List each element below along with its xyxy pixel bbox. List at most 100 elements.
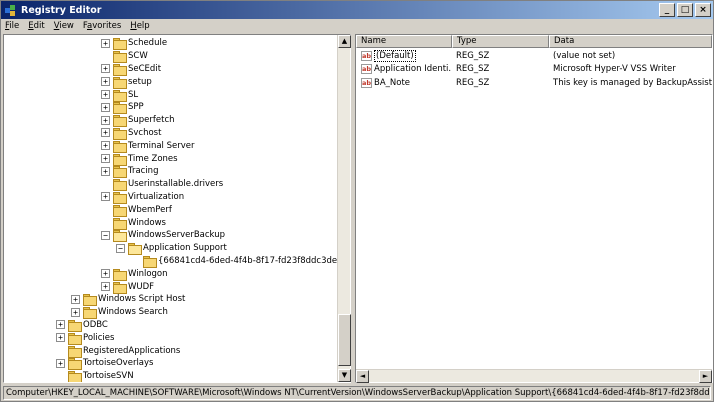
value-name-cell[interactable]: ab BA_Note — [356, 77, 452, 88]
tree-node[interactable]: + Tracing — [101, 165, 158, 179]
expand-icon[interactable]: + — [101, 38, 110, 48]
tree-node-label[interactable]: setup — [128, 77, 152, 87]
expand-icon[interactable]: + — [56, 333, 65, 343]
value-row[interactable]: ab Application Identi... REG_SZ Microsoft H… — [356, 63, 712, 76]
menu-file[interactable]: File — [5, 21, 19, 31]
tree-node-label[interactable]: Windows — [128, 218, 166, 228]
menu-favorites[interactable]: Favorites — [83, 21, 121, 31]
tree-node-label[interactable]: Schedule — [128, 38, 167, 48]
tree-node[interactable]: − Application Support — [116, 242, 227, 256]
tree-node[interactable]: + Policies — [56, 331, 114, 345]
tree-node-label[interactable]: Superfetch — [128, 115, 175, 125]
expand-icon[interactable]: + — [71, 307, 80, 317]
list-horizontal-scrollbar[interactable]: ◄ ► — [356, 369, 712, 383]
tree-node[interactable]: + Schedule — [101, 37, 167, 51]
value-row[interactable]: ab (Default) REG_SZ (value not set) — [356, 49, 712, 62]
minimize-button[interactable]: _ — [659, 3, 675, 17]
expand-icon[interactable]: + — [101, 64, 110, 74]
expand-icon[interactable]: + — [71, 294, 80, 304]
tree-node[interactable]: TortoiseSVN — [56, 370, 134, 382]
value-row[interactable]: ab BA_Note REG_SZ This key is managed by Ba… — [356, 76, 712, 89]
scroll-down-arrow-icon[interactable]: ▼ — [338, 369, 351, 382]
tree-node-label[interactable]: Tracing — [128, 166, 158, 176]
tree-node[interactable]: + SeCEdit — [101, 63, 161, 76]
tree-node-label[interactable]: Windows Search — [98, 307, 168, 317]
tree-node[interactable]: + Superfetch — [101, 114, 175, 128]
tree-node-label[interactable]: RegisteredApplications — [83, 346, 180, 356]
tree-node[interactable]: {66841cd4-6ded-4f4b-8f17-fd23f8ddc3de} — [131, 255, 338, 268]
tree-node-label[interactable]: Virtualization — [128, 192, 184, 202]
tree-node-label[interactable]: TortoiseOverlays — [83, 358, 153, 368]
tree-node[interactable]: Windows — [101, 216, 166, 230]
tree-node-label[interactable]: Winlogon — [128, 269, 168, 279]
tree-vertical-scrollbar[interactable]: ▲ ▼ — [337, 35, 351, 382]
expand-icon[interactable]: + — [101, 115, 110, 125]
value-name-cell[interactable]: ab (Default) — [356, 49, 452, 62]
tree-node[interactable]: − WindowsServerBackup — [101, 229, 225, 243]
tree-scroll-thumb[interactable] — [338, 314, 351, 366]
tree-node-label[interactable]: {66841cd4-6ded-4f4b-8f17-fd23f8ddc3de} — [158, 256, 338, 266]
expand-icon[interactable]: + — [101, 192, 110, 202]
expand-icon[interactable]: + — [101, 166, 110, 176]
expand-icon[interactable]: + — [101, 154, 110, 164]
string-value-icon: ab — [361, 77, 372, 88]
tree-node[interactable]: + Windows Search — [71, 306, 168, 320]
tree-node-label[interactable]: TortoiseSVN — [83, 371, 134, 381]
menu-view[interactable]: View — [54, 21, 74, 31]
tree-node-label[interactable]: SL — [128, 90, 138, 100]
close-button[interactable]: × — [695, 3, 711, 17]
tree-node[interactable]: + Terminal Server — [101, 139, 195, 153]
value-name-cell[interactable]: ab Application Identi... — [356, 64, 452, 74]
collapse-icon[interactable]: − — [101, 230, 110, 240]
expand-icon[interactable]: + — [101, 282, 110, 292]
tree-node-label[interactable]: SPP — [128, 102, 144, 112]
tree-node[interactable]: + ODBC — [56, 319, 108, 332]
expand-icon[interactable]: + — [56, 320, 65, 330]
maximize-button[interactable]: □ — [677, 3, 693, 17]
tree-node-label[interactable]: Terminal Server — [128, 141, 195, 151]
tree-node-label[interactable]: Windows Script Host — [98, 294, 185, 304]
tree-node[interactable]: WbemPerf — [101, 203, 172, 217]
column-header-name[interactable]: Name — [356, 35, 452, 48]
tree-node-label[interactable]: ODBC — [83, 320, 108, 330]
tree-node[interactable]: RegisteredApplications — [56, 344, 180, 358]
tree-node[interactable]: + SPP — [101, 101, 144, 115]
tree-node[interactable]: + SL — [101, 88, 138, 102]
tree-node[interactable]: + Svchost — [101, 127, 161, 140]
expand-icon[interactable]: + — [101, 90, 110, 100]
tree-node-label[interactable]: WindowsServerBackup — [128, 230, 225, 240]
column-header-data[interactable]: Data — [549, 35, 712, 48]
menu-edit[interactable]: Edit — [28, 21, 44, 31]
tree-node[interactable]: + WUDF — [101, 280, 154, 294]
tree-node-label[interactable]: Time Zones — [128, 154, 178, 164]
tree-node-label[interactable]: Svchost — [128, 128, 161, 138]
title-bar[interactable]: Registry Editor _ □ × — [1, 1, 713, 19]
tree-node[interactable]: + Windows Script Host — [71, 293, 185, 307]
expand-icon[interactable]: + — [101, 77, 110, 87]
tree-node-label[interactable]: WbemPerf — [128, 205, 172, 215]
expand-icon[interactable]: + — [101, 269, 110, 279]
collapse-icon[interactable]: − — [116, 243, 125, 253]
tree-node-label[interactable]: WUDF — [128, 282, 154, 292]
tree-node[interactable]: SCW — [101, 50, 148, 64]
tree-node-label[interactable]: Application Support — [143, 243, 227, 253]
expand-icon[interactable]: + — [101, 141, 110, 151]
tree-node-label[interactable]: Userinstallable.drivers — [128, 179, 223, 189]
expand-icon[interactable]: + — [101, 128, 110, 138]
scroll-left-arrow-icon[interactable]: ◄ — [356, 370, 369, 383]
tree-node-label[interactable]: SCW — [128, 51, 148, 61]
tree-node-label[interactable]: Policies — [83, 333, 114, 343]
tree-node[interactable]: + TortoiseOverlays — [56, 357, 153, 371]
expand-icon[interactable]: + — [56, 358, 65, 368]
column-header-type[interactable]: Type — [452, 35, 549, 48]
scroll-up-arrow-icon[interactable]: ▲ — [338, 35, 351, 48]
expand-icon[interactable]: + — [101, 102, 110, 112]
tree-node[interactable]: + setup — [101, 75, 152, 89]
menu-help[interactable]: Help — [130, 21, 149, 31]
tree-node[interactable]: + Winlogon — [101, 267, 168, 281]
tree-node[interactable]: + Virtualization — [101, 191, 184, 204]
scroll-right-arrow-icon[interactable]: ► — [699, 370, 712, 383]
tree-node[interactable]: + Time Zones — [101, 152, 178, 166]
tree-node[interactable]: Userinstallable.drivers — [101, 178, 223, 192]
tree-node-label[interactable]: SeCEdit — [128, 64, 161, 74]
